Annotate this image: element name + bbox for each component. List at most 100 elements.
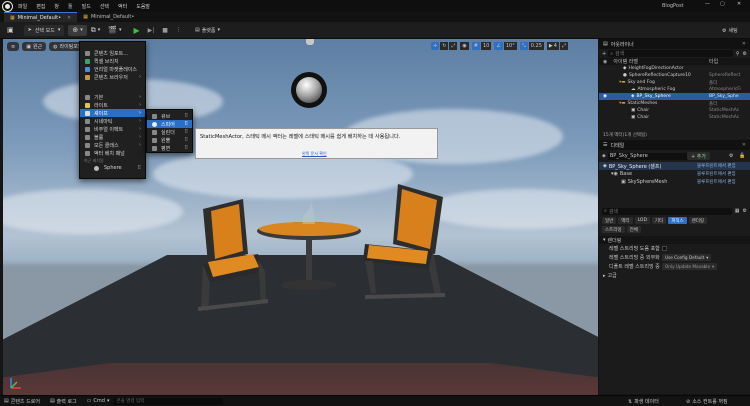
section-header[interactable]: ▾ 렌더링 [599,236,750,244]
cat-tab-rendering[interactable]: 렌더링 [688,217,708,224]
drag-handle-icon[interactable]: ⠿ [184,113,188,119]
edit-in-blueprint-link[interactable]: 블루프린트에서 편집 [697,171,736,177]
eye-icon[interactable]: ◉ [603,94,607,99]
menu-item-import[interactable]: 콘텐츠 임포트... [80,49,145,57]
drag-handle-icon[interactable]: ⠿ [184,121,188,127]
edit-in-blueprint-link[interactable]: 블루프린트에서 편집 [697,179,736,185]
settings-button[interactable]: ⚙ 세팅 [718,25,742,36]
tooltip-doc-link[interactable]: 왼쪽 문서 확인 [302,151,327,157]
lock-icon[interactable]: 🔓 [739,153,745,159]
menu-item-lights[interactable]: 라이트 › [80,101,145,109]
grid-snap-value[interactable]: 10 [481,42,492,50]
settings-icon[interactable]: ⚙ [743,208,747,214]
tree-row[interactable]: ● SphereReflectionCapture10 SphereReflect [599,72,750,79]
perspective-button[interactable]: ▣ 원근 [22,42,47,51]
menu-item-vfx[interactable]: 비주얼 이펙트 › [80,125,145,133]
cat-tab-physics[interactable]: 피직스 [668,217,687,224]
platforms-button[interactable]: ▤ 플랫폼 ▾ [191,25,224,36]
menu-tools[interactable]: 툴 [68,3,73,10]
camera-speed-button[interactable]: ▶ 4 [546,42,559,50]
console-input[interactable]: 콘솔 명령 입력 [113,397,224,405]
unreal-logo-icon[interactable] [2,0,13,12]
tree-row[interactable]: ▣ Chair StaticMeshAc [599,107,750,114]
tab-level-2[interactable]: ▦ Minimal_Default• [77,12,140,22]
shape-plane[interactable]: 평면 ⠿ [147,144,192,152]
add-icon[interactable]: + [602,51,606,57]
content-drawer-button[interactable]: ▤ 콘텐츠 드로어 [4,398,40,405]
drag-handle-icon[interactable]: ⠿ [137,165,141,171]
derived-data-button[interactable]: ⇅ 파생 데이터 [628,398,659,406]
play-button[interactable]: ▶ [129,25,143,36]
property-dropdown[interactable]: Use Config Default ▾ [662,254,712,261]
tree-row[interactable]: ◆ HeightFogDirectionActor [599,65,750,72]
settings-icon[interactable]: ⚙ [743,51,747,57]
tab-close-icon[interactable]: ✕ [67,15,71,21]
grid-snap-button[interactable]: # [471,42,480,50]
menu-item-volumes[interactable]: 볼륨 › [80,133,145,141]
menu-item-bridge[interactable]: 퀵셀 브리지 [80,57,145,65]
output-log-button[interactable]: ▤ 출력 로그 [50,398,77,405]
advanced-row[interactable]: ▸ 고급 [599,271,750,280]
property-checkbox[interactable] [662,246,667,251]
menu-select[interactable]: 선택 [100,3,109,10]
cat-tab-actor[interactable]: 액터 [618,217,633,224]
step-button[interactable]: ▶| [144,25,159,36]
shape-sphere[interactable]: 스피어 ⠿ [147,120,192,128]
drag-handle-icon[interactable]: ⠿ [184,129,188,135]
stop-button[interactable]: ■ [158,25,172,36]
source-control-button[interactable]: ⊘ 소스 컨트롤 꺼짐 [686,398,728,406]
menu-build[interactable]: 빌드 [82,3,91,10]
component-row[interactable]: ▣ SkySphereMesh 블루프린트에서 편집 [599,178,750,186]
menu-actor[interactable]: 액터 [118,3,127,10]
menu-item-cinematic[interactable]: 시네마틱 › [80,117,145,125]
cat-tab-misc[interactable]: 기타 [651,217,667,224]
close-icon[interactable]: ✕ [737,1,741,7]
tree-row[interactable]: ▾▬ Sky and Fog 폴더 [599,79,750,86]
save-button[interactable]: ▣ [3,25,18,36]
cat-tab-all[interactable]: 전체 [626,226,641,233]
column-type[interactable]: 타입 [709,58,718,65]
world-local-button[interactable]: ◉ [460,42,469,50]
menu-item-marketplace[interactable]: 언리얼 마켓플레이스 [80,65,145,73]
property-dropdown[interactable]: Only Update Movable ▾ [662,263,718,270]
column-label[interactable]: 아이템 라벨 [613,58,638,65]
minimize-icon[interactable]: — [705,1,710,7]
outliner-search-input[interactable]: ⌕ 검색 [608,50,733,57]
play-options-button[interactable]: ⋮ [172,25,185,36]
rotation-snap-button[interactable]: ∠ [494,42,503,50]
shape-cylinder[interactable]: 실린더 ⠿ [147,128,192,136]
rotate-tool-button[interactable]: ↻ [440,42,449,50]
drag-handle-icon[interactable]: ⠿ [184,137,188,143]
details-search-input[interactable]: ⌕ 검색 [602,207,732,215]
cat-tab-streaming[interactable]: 스트리밍 [602,226,625,233]
menu-edit[interactable]: 편집 [36,3,45,10]
component-row[interactable]: ▾◉ Base 블루프린트에서 편집 [599,170,750,178]
rotation-snap-value[interactable]: 10° [503,42,517,50]
menu-help[interactable]: 도움말 [136,3,150,10]
viewport-options-button[interactable]: ≡ [7,42,20,51]
maximize-viewport-button[interactable]: ⤢ [559,42,568,50]
menu-item-place-actors[interactable]: 액터 배치 패널 [80,149,145,157]
menu-item-basic[interactable]: 기본 › [80,93,145,101]
tree-row-selected[interactable]: ◉ ◈ BP_Sky_Sphere BP_Sky_Sphe [599,93,750,100]
actor-name-field[interactable]: BP_Sky_Sphere [607,152,688,160]
scale-snap-button[interactable]: ⤡ [519,42,528,50]
menu-file[interactable]: 파일 [18,3,27,10]
drag-handle-icon[interactable]: ⠿ [184,145,188,151]
shape-cube[interactable]: 큐브 ⠿ [147,112,192,120]
select-tool-button[interactable]: ✛ [431,42,440,50]
tree-row[interactable]: ▣ Chair StaticMeshAc [599,114,750,121]
tree-row[interactable]: ▾▬ StaticMeshes 폴더 [599,100,750,107]
close-icon[interactable]: ✕ [742,41,746,47]
tree-row[interactable]: ☁ Atmospheric Fog AtmosphericFi [599,86,750,93]
menu-item-recent-sphere[interactable]: Sphere ⠿ [80,164,145,172]
blueprint-button[interactable]: ⧉ ▾ [87,25,105,36]
shape-cone[interactable]: 원뿔 ⠿ [147,136,192,144]
menu-item-all-classes[interactable]: 모든 클래스 › [80,141,145,149]
filter-icon[interactable]: ⚲ [736,51,740,57]
add-component-button[interactable]: + 추가 [687,152,710,160]
cmd-selector[interactable]: ▭ Cmd ▾ [87,398,110,404]
maximize-icon[interactable]: ▢ [720,1,725,7]
menu-item-shapes[interactable]: 셰이프 › [80,109,145,117]
component-root-row[interactable]: ◈ BP_Sky_Sphere (셀프) 블루프린트에서 편집 [599,162,750,170]
